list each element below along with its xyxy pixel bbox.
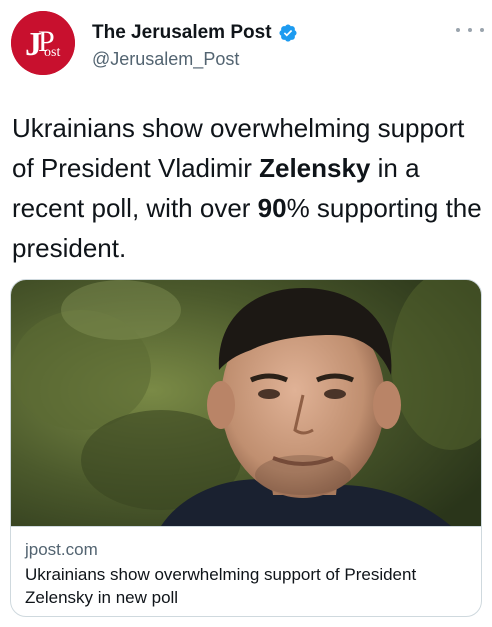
- svg-text:ost: ost: [44, 45, 60, 60]
- more-options-icon: [468, 28, 472, 32]
- card-title: Ukrainians show overwhelming support of …: [25, 565, 417, 607]
- author-name-row: The Jerusalem Post: [92, 22, 298, 44]
- link-card[interactable]: jpost.com Ukrainians show overwhelming s…: [10, 279, 482, 617]
- author-avatar[interactable]: J P ost: [11, 11, 75, 75]
- card-image: [11, 280, 481, 526]
- author-handle[interactable]: @Jerusalem_Post: [92, 49, 239, 70]
- verified-badge-icon: [278, 24, 297, 42]
- jpost-logo-icon: J P ost: [11, 11, 75, 75]
- more-options-button[interactable]: [456, 20, 484, 40]
- card-body: jpost.com Ukrainians show overwhelming s…: [11, 526, 481, 616]
- tweet: J P ost The Jerusalem Post @Jerusalem_Po…: [0, 0, 492, 627]
- tweet-text: Ukrainians show overwhelming support of …: [12, 108, 482, 268]
- tweet-text-bold: 90: [257, 193, 287, 223]
- tweet-text-bold: Zelensky: [259, 153, 371, 183]
- card-domain: jpost.com: [25, 540, 98, 559]
- more-options-icon: [480, 28, 484, 32]
- author-display-name[interactable]: The Jerusalem Post: [92, 22, 272, 44]
- more-options-icon: [456, 28, 460, 32]
